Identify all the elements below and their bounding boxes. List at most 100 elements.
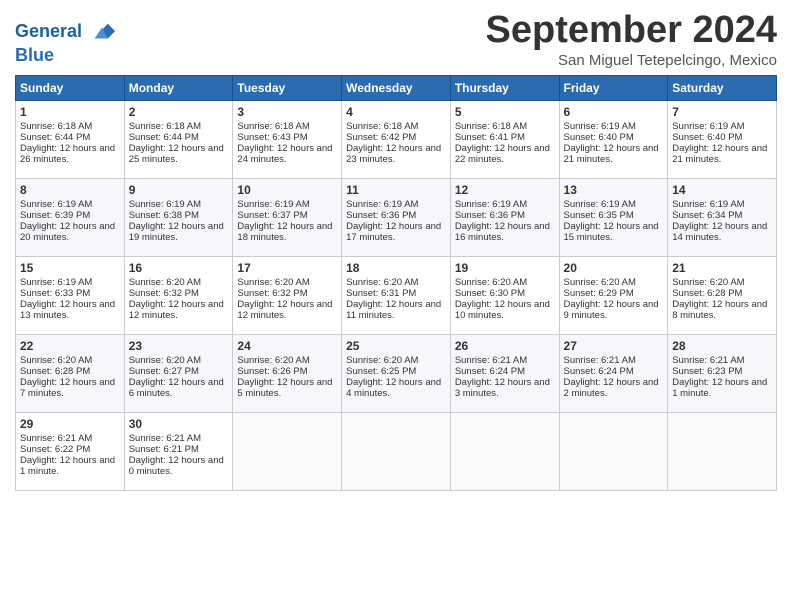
calendar-day-26: 26Sunrise: 6:21 AMSunset: 6:24 PMDayligh… — [450, 334, 559, 412]
calendar-day-1: 1Sunrise: 6:18 AMSunset: 6:44 PMDaylight… — [16, 100, 125, 178]
sunset-text: Sunset: 6:28 PM — [672, 288, 742, 299]
sunrise-text: Sunrise: 6:19 AM — [346, 199, 418, 210]
day-number: 6 — [564, 105, 664, 119]
daylight-text: Daylight: 12 hours and 14 minutes. — [672, 221, 767, 243]
daylight-text: Daylight: 12 hours and 9 minutes. — [564, 299, 659, 321]
sunset-text: Sunset: 6:26 PM — [237, 366, 307, 377]
sunset-text: Sunset: 6:39 PM — [20, 210, 90, 221]
day-number: 18 — [346, 261, 446, 275]
calendar-day-11: 11Sunrise: 6:19 AMSunset: 6:36 PMDayligh… — [342, 178, 451, 256]
sunset-text: Sunset: 6:21 PM — [129, 444, 199, 455]
day-number: 9 — [129, 183, 229, 197]
daylight-text: Daylight: 12 hours and 15 minutes. — [564, 221, 659, 243]
daylight-text: Daylight: 12 hours and 21 minutes. — [564, 143, 659, 165]
sunrise-text: Sunrise: 6:18 AM — [455, 121, 527, 132]
title-block: September 2024 San Miguel Tetepelcingo, … — [486, 10, 778, 69]
day-number: 4 — [346, 105, 446, 119]
weekday-header-monday: Monday — [124, 75, 233, 100]
daylight-text: Daylight: 12 hours and 25 minutes. — [129, 143, 224, 165]
sunset-text: Sunset: 6:34 PM — [672, 210, 742, 221]
calendar-day-6: 6 Sunrise: 6:19 AMSunset: 6:40 PMDaylight… — [559, 100, 668, 178]
empty-cell — [450, 412, 559, 490]
day-number: 21 — [672, 261, 772, 275]
daylight-text: Daylight: 12 hours and 10 minutes. — [455, 299, 550, 321]
calendar-day-15: 15Sunrise: 6:19 AMSunset: 6:33 PMDayligh… — [16, 256, 125, 334]
calendar-day-14: 14Sunrise: 6:19 AMSunset: 6:34 PMDayligh… — [668, 178, 777, 256]
day-number: 10 — [237, 183, 337, 197]
sunrise-text: Sunrise: 6:19 AM — [455, 199, 527, 210]
daylight-text: Daylight: 12 hours and 4 minutes. — [346, 377, 441, 399]
sunset-text: Sunset: 6:40 PM — [564, 132, 634, 143]
calendar-day-9: 9Sunrise: 6:19 AMSunset: 6:38 PMDaylight… — [124, 178, 233, 256]
sunrise-text: Sunrise: 6:19 AM — [20, 277, 92, 288]
sunset-text: Sunset: 6:31 PM — [346, 288, 416, 299]
day-number: 8 — [20, 183, 120, 197]
calendar-day-12: 12Sunrise: 6:19 AMSunset: 6:36 PMDayligh… — [450, 178, 559, 256]
daylight-text: Daylight: 12 hours and 24 minutes. — [237, 143, 332, 165]
daylight-text: Daylight: 12 hours and 2 minutes. — [564, 377, 659, 399]
sunrise-text: Sunrise: 6:20 AM — [237, 355, 309, 366]
sunrise-text: Sunrise: 6:18 AM — [237, 121, 309, 132]
daylight-text: Daylight: 12 hours and 22 minutes. — [455, 143, 550, 165]
daylight-text: Daylight: 12 hours and 3 minutes. — [455, 377, 550, 399]
day-number: 1 — [20, 105, 120, 119]
weekday-header-thursday: Thursday — [450, 75, 559, 100]
sunrise-text: Sunrise: 6:19 AM — [129, 199, 201, 210]
sunset-text: Sunset: 6:41 PM — [455, 132, 525, 143]
daylight-text: Daylight: 12 hours and 6 minutes. — [129, 377, 224, 399]
calendar-day-4: 4Sunrise: 6:18 AMSunset: 6:42 PMDaylight… — [342, 100, 451, 178]
sunrise-text: Sunrise: 6:20 AM — [346, 277, 418, 288]
daylight-text: Daylight: 12 hours and 13 minutes. — [20, 299, 115, 321]
sunset-text: Sunset: 6:37 PM — [237, 210, 307, 221]
weekday-header-friday: Friday — [559, 75, 668, 100]
daylight-text: Daylight: 12 hours and 23 minutes. — [346, 143, 441, 165]
sunset-text: Sunset: 6:27 PM — [129, 366, 199, 377]
daylight-text: Daylight: 12 hours and 1 minute. — [20, 455, 115, 477]
daylight-text: Daylight: 12 hours and 21 minutes. — [672, 143, 767, 165]
sunrise-text: Sunrise: 6:20 AM — [672, 277, 744, 288]
daylight-text: Daylight: 12 hours and 26 minutes. — [20, 143, 115, 165]
sunrise-text: Sunrise: 6:18 AM — [20, 121, 92, 132]
sunset-text: Sunset: 6:36 PM — [455, 210, 525, 221]
calendar-day-16: 16Sunrise: 6:20 AMSunset: 6:32 PMDayligh… — [124, 256, 233, 334]
calendar-day-7: 7Sunrise: 6:19 AMSunset: 6:40 PMDaylight… — [668, 100, 777, 178]
calendar-day-22: 22Sunrise: 6:20 AMSunset: 6:28 PMDayligh… — [16, 334, 125, 412]
sunrise-text: Sunrise: 6:20 AM — [129, 277, 201, 288]
daylight-text: Daylight: 12 hours and 18 minutes. — [237, 221, 332, 243]
day-number: 5 — [455, 105, 555, 119]
calendar-day-17: 17Sunrise: 6:20 AMSunset: 6:32 PMDayligh… — [233, 256, 342, 334]
sunrise-text: Sunrise: 6:19 AM — [564, 121, 636, 132]
day-number: 25 — [346, 339, 446, 353]
sunset-text: Sunset: 6:35 PM — [564, 210, 634, 221]
sunrise-text: Sunrise: 6:18 AM — [129, 121, 201, 132]
weekday-header-saturday: Saturday — [668, 75, 777, 100]
calendar-day-25: 25Sunrise: 6:20 AMSunset: 6:25 PMDayligh… — [342, 334, 451, 412]
sunrise-text: Sunrise: 6:19 AM — [237, 199, 309, 210]
daylight-text: Daylight: 12 hours and 12 minutes. — [129, 299, 224, 321]
sunset-text: Sunset: 6:25 PM — [346, 366, 416, 377]
calendar-day-13: 13Sunrise: 6:19 AMSunset: 6:35 PMDayligh… — [559, 178, 668, 256]
sunset-text: Sunset: 6:24 PM — [455, 366, 525, 377]
sunrise-text: Sunrise: 6:19 AM — [20, 199, 92, 210]
calendar-day-5: 5 Sunrise: 6:18 AMSunset: 6:41 PMDaylight… — [450, 100, 559, 178]
month-title: September 2024 — [486, 10, 778, 52]
day-number: 30 — [129, 417, 229, 431]
daylight-text: Daylight: 12 hours and 20 minutes. — [20, 221, 115, 243]
sunrise-text: Sunrise: 6:21 AM — [20, 433, 92, 444]
sunset-text: Sunset: 6:28 PM — [20, 366, 90, 377]
day-number: 12 — [455, 183, 555, 197]
sunrise-text: Sunrise: 6:20 AM — [129, 355, 201, 366]
calendar-day-21: 21Sunrise: 6:20 AMSunset: 6:28 PMDayligh… — [668, 256, 777, 334]
empty-cell — [559, 412, 668, 490]
sunset-text: Sunset: 6:22 PM — [20, 444, 90, 455]
daylight-text: Daylight: 12 hours and 19 minutes. — [129, 221, 224, 243]
day-number: 7 — [672, 105, 772, 119]
day-number: 23 — [129, 339, 229, 353]
empty-cell — [233, 412, 342, 490]
day-number: 11 — [346, 183, 446, 197]
day-number: 19 — [455, 261, 555, 275]
calendar-day-23: 23 Sunrise: 6:20 AMSunset: 6:27 PMDayligh… — [124, 334, 233, 412]
day-number: 27 — [564, 339, 664, 353]
page-header: General Blue September 2024 San Miguel T… — [15, 10, 777, 69]
calendar-day-19: 19Sunrise: 6:20 AMSunset: 6:30 PMDayligh… — [450, 256, 559, 334]
